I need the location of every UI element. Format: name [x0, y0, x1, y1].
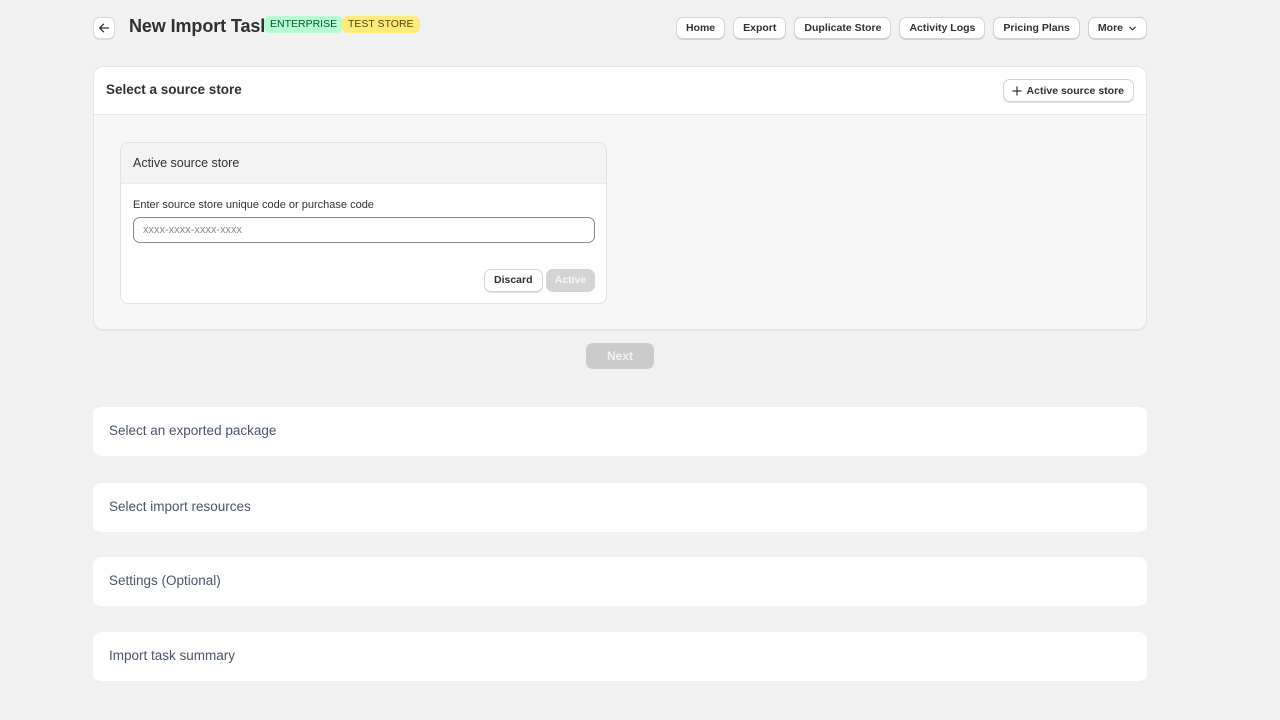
more-button[interactable]: More — [1087, 17, 1147, 39]
enterprise-badge: ENTERPRISE — [264, 16, 344, 33]
pricing-plans-button-label: Pricing Plans — [1003, 22, 1070, 34]
back-button[interactable] — [93, 17, 115, 39]
import-task-summary-section[interactable]: Import task summary — [93, 632, 1147, 681]
page-header: New Import Task ENTERPRISE TEST STORE Ho… — [93, 14, 1147, 42]
duplicate-store-button-label: Duplicate Store — [804, 22, 882, 34]
source-code-input[interactable] — [133, 217, 595, 243]
export-button-label: Export — [743, 22, 777, 34]
export-button[interactable]: Export — [733, 17, 787, 39]
source-code-field-label: Enter source store unique code or purcha… — [133, 199, 374, 211]
import-resources-section[interactable]: Select import resources — [93, 483, 1147, 532]
home-button-label: Home — [685, 22, 716, 34]
arrow-left-icon — [99, 23, 110, 33]
add-active-source-store-label: Active source store — [1026, 84, 1124, 97]
source-store-card-title: Select a source store — [106, 82, 242, 97]
home-button[interactable]: Home — [675, 17, 726, 39]
more-button-label: More — [1097, 22, 1123, 34]
active-source-store-panel-header: Active source store — [121, 143, 606, 184]
active-source-store-panel-title: Active source store — [133, 156, 240, 170]
active-source-store-panel: Active source store Enter source store u… — [120, 142, 607, 304]
settings-section[interactable]: Settings (Optional) — [93, 557, 1147, 606]
settings-section-title: Settings (Optional) — [109, 573, 221, 588]
active-button[interactable]: Active — [546, 269, 595, 292]
exported-package-section[interactable]: Select an exported package — [93, 407, 1147, 456]
test-store-badge: TEST STORE — [342, 16, 420, 33]
activity-logs-button-label: Activity Logs — [909, 22, 976, 34]
pricing-plans-button[interactable]: Pricing Plans — [993, 17, 1080, 39]
page: New Import Task ENTERPRISE TEST STORE Ho… — [93, 0, 1147, 720]
duplicate-store-button[interactable]: Duplicate Store — [794, 17, 892, 39]
source-store-card-header: Select a source store Active source stor… — [94, 67, 1146, 115]
source-store-card: Select a source store Active source stor… — [93, 66, 1147, 330]
import-task-summary-section-title: Import task summary — [109, 648, 236, 663]
top-nav: Home Export Duplicate Store Activity Log… — [675, 17, 1147, 39]
page-title: New Import Task — [129, 16, 271, 36]
plus-icon — [1011, 85, 1022, 96]
chevron-down-icon — [1129, 26, 1136, 30]
exported-package-section-title: Select an exported package — [109, 423, 277, 438]
add-active-source-store-button[interactable]: Active source store — [1002, 79, 1134, 102]
import-resources-section-title: Select import resources — [109, 499, 251, 514]
activity-logs-button[interactable]: Activity Logs — [899, 17, 986, 39]
discard-button[interactable]: Discard — [484, 269, 543, 292]
next-button[interactable]: Next — [586, 343, 654, 369]
